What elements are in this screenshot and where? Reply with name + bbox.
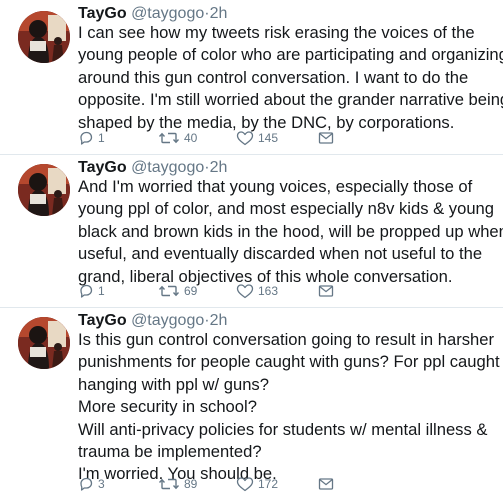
tweet-header: TayGo @taygogo·2h	[78, 158, 227, 178]
tweet-header: TayGo @taygogo·2h	[78, 4, 227, 24]
tweet-text-line: around this gun control conversation. I …	[78, 67, 469, 87]
tweet[interactable]: TayGo @taygogo·2h And I'm worried that y…	[0, 155, 503, 307]
retweet-icon	[158, 283, 180, 299]
reply-count: 1	[98, 131, 105, 145]
envelope-icon	[318, 283, 334, 299]
heart-icon	[236, 283, 254, 299]
user-handle[interactable]: @taygogo	[131, 312, 204, 329]
tweet-text: Is this gun control conversation going t…	[78, 329, 500, 486]
like-count: 172	[258, 477, 279, 491]
retweet-icon	[158, 476, 180, 492]
tweet-text-line: young ppl of color, and most especially …	[78, 199, 495, 219]
like-button[interactable]: 163	[236, 283, 278, 299]
tweet-actions: 3 89 172	[78, 476, 378, 494]
heart-icon	[236, 130, 254, 146]
envelope-icon	[318, 130, 334, 146]
like-count: 163	[258, 284, 279, 298]
tweet-text-line: punishments for people caught with guns?…	[78, 352, 500, 372]
direct-message-button[interactable]	[318, 130, 334, 146]
avatar[interactable]	[18, 164, 70, 216]
display-name[interactable]: TayGo	[78, 312, 127, 329]
reply-button[interactable]: 3	[78, 476, 105, 492]
tweet-timestamp[interactable]: 2h	[210, 5, 228, 22]
tweet-text-line: I can see how my tweets risk erasing the…	[78, 23, 475, 42]
reply-icon	[78, 130, 94, 146]
avatar[interactable]	[18, 317, 70, 369]
tweet-header: TayGo @taygogo·2h	[78, 311, 227, 331]
avatar-image	[18, 164, 70, 216]
like-button[interactable]: 172	[236, 476, 278, 492]
tweet-text: I can see how my tweets risk erasing the…	[78, 22, 503, 134]
avatar-image	[18, 317, 70, 369]
reply-icon	[78, 476, 94, 492]
like-count: 145	[258, 131, 279, 145]
tweet-text-line: trauma be implemented?	[78, 442, 262, 462]
retweet-count: 40	[184, 131, 198, 145]
user-handle[interactable]: @taygogo	[131, 5, 204, 22]
retweet-button[interactable]: 69	[158, 283, 197, 299]
tweet[interactable]: TayGo @taygogo·2h I can see how my tweet…	[0, 0, 503, 154]
like-button[interactable]: 145	[236, 130, 278, 146]
user-handle[interactable]: @taygogo	[131, 159, 204, 176]
display-name[interactable]: TayGo	[78, 5, 127, 22]
tweet-text-line: black and brown kids in the hood, will b…	[78, 221, 503, 241]
avatar-image	[18, 11, 70, 63]
tweet-actions: 1 69 163	[78, 283, 378, 301]
tweet-text-line: opposite. I'm still worried about the gr…	[78, 90, 503, 110]
reply-count: 1	[98, 284, 105, 298]
tweet-text-line: More security in school?	[78, 397, 257, 417]
avatar[interactable]	[18, 11, 70, 63]
retweet-count: 89	[184, 477, 198, 491]
retweet-icon	[158, 130, 180, 146]
tweet-text: And I'm worried that young voices, espec…	[78, 176, 503, 288]
tweet-timestamp[interactable]: 2h	[210, 312, 228, 329]
tweet-text-line: And I'm worried that young voices, espec…	[78, 177, 473, 196]
tweet-text-line: Is this gun control conversation going t…	[78, 330, 494, 349]
tweet-text-line: useful, and eventually discarded when no…	[78, 244, 483, 264]
retweet-button[interactable]: 40	[158, 130, 197, 146]
display-name[interactable]: TayGo	[78, 159, 127, 176]
tweet-text-line: young people of color who are participat…	[78, 45, 503, 65]
reply-button[interactable]: 1	[78, 283, 105, 299]
tweet[interactable]: TayGo @taygogo·2h Is this gun control co…	[0, 308, 503, 499]
reply-button[interactable]: 1	[78, 130, 105, 146]
tweet-actions: 1 40 145	[78, 130, 378, 148]
reply-icon	[78, 283, 94, 299]
retweet-count: 69	[184, 284, 198, 298]
heart-icon	[236, 476, 254, 492]
tweet-text-line: hanging with ppl w/ guns?	[78, 374, 269, 394]
direct-message-button[interactable]	[318, 476, 334, 492]
tweet-text-line: Will anti-privacy policies for students …	[78, 419, 488, 439]
direct-message-button[interactable]	[318, 283, 334, 299]
tweet-timestamp[interactable]: 2h	[210, 159, 228, 176]
envelope-icon	[318, 476, 334, 492]
reply-count: 3	[98, 477, 105, 491]
retweet-button[interactable]: 89	[158, 476, 197, 492]
